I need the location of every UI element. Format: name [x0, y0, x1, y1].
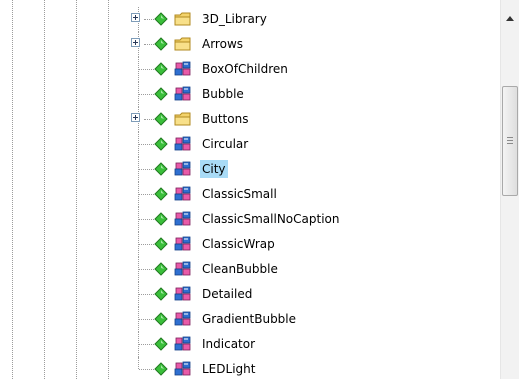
tree-connector-line	[139, 319, 154, 320]
tree-item-label[interactable]: City	[200, 160, 228, 178]
tree-connector-line	[139, 144, 154, 145]
tree-item-label[interactable]: ClassicSmall	[200, 185, 279, 203]
green-diamond-icon	[154, 337, 168, 351]
grip-icon	[507, 137, 513, 138]
tree-item-label[interactable]: Buttons	[200, 110, 250, 128]
tree-connector-line	[139, 94, 154, 95]
tree-item-label[interactable]: Arrows	[200, 35, 245, 53]
component-package-icon	[174, 236, 192, 252]
scroll-up-button[interactable]	[501, 0, 519, 38]
component-package-icon	[174, 286, 192, 302]
green-diamond-icon	[154, 62, 168, 76]
tree-item[interactable]: LEDLight	[0, 357, 500, 379]
tree-connector-line	[139, 194, 154, 195]
tree-item[interactable]: Buttons	[0, 107, 500, 132]
tree-connector-line	[139, 294, 154, 295]
tree-item[interactable]: ClassicSmallNoCaption	[0, 207, 500, 232]
tree-item[interactable]: Arrows	[0, 32, 500, 57]
tree-connector-line	[139, 344, 154, 345]
component-package-icon	[174, 186, 192, 202]
tree-item-label[interactable]: Circular	[200, 135, 250, 153]
tree-connector-line	[138, 357, 139, 369]
tree-item[interactable]: GradientBubble	[0, 307, 500, 332]
tree-item-label[interactable]: CleanBubble	[200, 260, 280, 278]
folder-icon	[174, 111, 192, 127]
tree-item-label[interactable]: BoxOfChildren	[200, 60, 290, 78]
tree-item-label[interactable]: Bubble	[200, 85, 246, 103]
tree-item[interactable]: ClassicWrap	[0, 232, 500, 257]
tree-item-label[interactable]: Indicator	[200, 335, 257, 353]
tree-item[interactable]: City	[0, 157, 500, 182]
tree-connector-line	[139, 269, 154, 270]
vertical-scrollbar[interactable]	[500, 0, 519, 379]
green-diamond-icon	[154, 312, 168, 326]
tree-connector-line	[144, 19, 154, 20]
plus-box-icon[interactable]	[131, 38, 140, 47]
component-package-icon	[174, 261, 192, 277]
tree-connector-line	[144, 119, 154, 120]
tree-connector-line	[139, 244, 154, 245]
tree-item[interactable]: Indicator	[0, 332, 500, 357]
tree-connector-line	[139, 219, 154, 220]
plus-box-icon[interactable]	[131, 13, 140, 22]
tree-item-label[interactable]: Detailed	[200, 285, 254, 303]
scroll-thumb[interactable]	[502, 86, 518, 196]
tree-connector-line	[139, 69, 154, 70]
tree-item-label[interactable]: ClassicSmallNoCaption	[200, 210, 341, 228]
tree-item[interactable]: CleanBubble	[0, 257, 500, 282]
component-package-icon	[174, 211, 192, 227]
tree-connector-line	[139, 169, 154, 170]
component-package-icon	[174, 361, 192, 377]
tree-item[interactable]: BoxOfChildren	[0, 57, 500, 82]
green-diamond-icon	[154, 287, 168, 301]
component-package-icon	[174, 311, 192, 327]
component-package-icon	[174, 336, 192, 352]
component-package-icon	[174, 161, 192, 177]
green-diamond-icon	[154, 237, 168, 251]
green-diamond-icon	[154, 212, 168, 226]
green-diamond-icon	[154, 187, 168, 201]
green-diamond-icon	[154, 162, 168, 176]
tree-view[interactable]: 3D_Library Arrows BoxOfChildren Bubble Butto…	[0, 0, 500, 379]
green-diamond-icon	[154, 12, 168, 26]
green-diamond-icon	[154, 112, 168, 126]
green-diamond-icon	[154, 362, 168, 376]
tree-item-label[interactable]: 3D_Library	[200, 10, 269, 28]
component-package-icon	[174, 86, 192, 102]
tree-item[interactable]: Bubble	[0, 82, 500, 107]
tree-item[interactable]: 3D_Library	[0, 7, 500, 32]
folder-icon	[174, 36, 192, 52]
tree-item[interactable]: Detailed	[0, 282, 500, 307]
folder-icon	[174, 11, 192, 27]
component-package-icon	[174, 61, 192, 77]
grip-icon	[507, 140, 513, 141]
tree-item-label[interactable]: GradientBubble	[200, 310, 298, 328]
green-diamond-icon	[154, 87, 168, 101]
tree-item-label[interactable]: LEDLight	[200, 360, 257, 378]
tree-item[interactable]: Circular	[0, 132, 500, 157]
tree-connector-line	[144, 44, 154, 45]
plus-box-icon[interactable]	[131, 113, 140, 122]
grip-icon	[507, 143, 513, 144]
green-diamond-icon	[154, 262, 168, 276]
tree-connector-line	[139, 369, 154, 370]
green-diamond-icon	[154, 137, 168, 151]
green-diamond-icon	[154, 37, 168, 51]
tree-item-label[interactable]: ClassicWrap	[200, 235, 277, 253]
tree-item[interactable]: ClassicSmall	[0, 182, 500, 207]
component-package-icon	[174, 136, 192, 152]
